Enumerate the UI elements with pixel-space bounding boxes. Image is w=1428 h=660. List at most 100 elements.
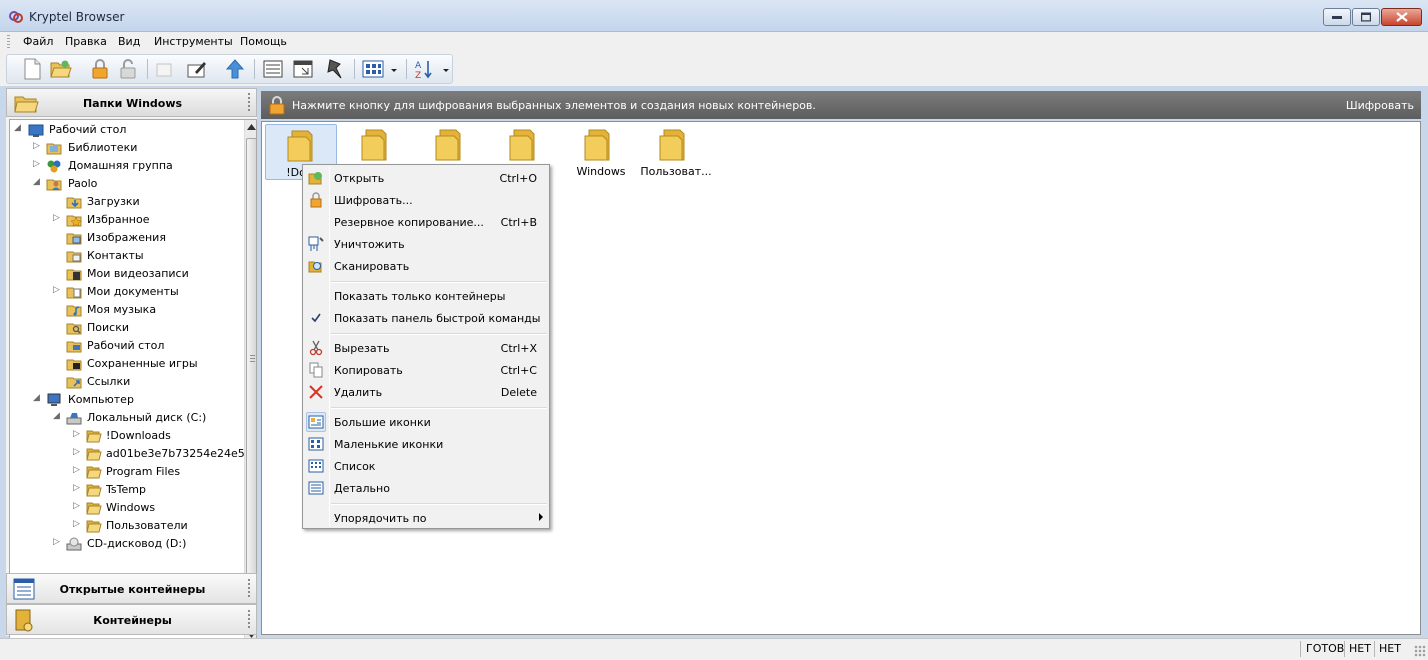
expand-arrow-icon[interactable]: ▷ — [53, 286, 62, 295]
containers-label: Контейнеры — [93, 614, 172, 627]
encrypt-lock-icon[interactable] — [88, 57, 114, 81]
status-bar: ГОТОВ НЕТ НЕТ — [0, 638, 1428, 660]
expand-arrow-icon[interactable]: ▷ — [73, 448, 82, 457]
menu-edit[interactable]: Правка — [65, 35, 107, 48]
new-file-icon[interactable] — [20, 57, 46, 81]
menu-view[interactable]: Вид — [118, 35, 140, 48]
close-button[interactable] — [1381, 8, 1422, 26]
expand-arrow-icon[interactable]: ▷ — [53, 538, 62, 547]
expand-arrow-icon[interactable]: ▷ — [73, 502, 82, 511]
open-folder-icon[interactable] — [48, 57, 74, 81]
large-icons-icon — [308, 414, 324, 430]
tree-scroll-thumb[interactable] — [246, 138, 256, 608]
collapse-arrow-icon[interactable]: ◢ — [33, 178, 42, 187]
pane-grip[interactable] — [248, 93, 250, 113]
blank-toolbar-icon[interactable] — [152, 57, 178, 81]
ctx-open[interactable]: Открыть Ctrl+O — [305, 167, 547, 189]
window-icon[interactable] — [290, 57, 316, 81]
ctx-show-quick-command-bar[interactable]: Показать панель быстрой команды — [305, 307, 547, 329]
maximize-button[interactable] — [1352, 8, 1380, 26]
ctx-label: Маленькие иконки — [334, 438, 444, 451]
file-item[interactable]: Windows — [563, 124, 635, 180]
decrypt-unlock-icon[interactable] — [116, 57, 142, 81]
expand-arrow-icon[interactable]: ▷ — [33, 142, 42, 151]
folder-icon — [86, 482, 102, 498]
pane-grip[interactable] — [248, 579, 250, 599]
folder-icon — [583, 128, 615, 165]
up-arrow-icon[interactable] — [222, 57, 248, 81]
ctx-cut[interactable]: Вырезать Ctrl+X — [305, 337, 547, 359]
menu-file[interactable]: Файл — [23, 35, 53, 48]
ctx-scan[interactable]: Сканировать — [305, 255, 547, 277]
tree-label: Мои документы — [87, 285, 179, 298]
ctx-small-icons[interactable]: Маленькие иконки — [305, 433, 547, 455]
desktop-icon — [28, 122, 44, 138]
pictures-icon — [66, 230, 82, 246]
status-divider — [1374, 641, 1375, 657]
status-divider — [1344, 641, 1345, 657]
toolbar: AZ — [0, 52, 1428, 86]
expand-arrow-icon[interactable]: ▷ — [53, 214, 62, 223]
scroll-up-icon[interactable] — [247, 124, 256, 130]
menu-tools[interactable]: Инструменты — [154, 35, 233, 48]
pane-grip[interactable] — [248, 610, 250, 630]
view-mode-dropdown-icon[interactable] — [388, 57, 398, 81]
properties-icon[interactable] — [260, 57, 286, 81]
tree-label: Контакты — [87, 249, 144, 262]
tree-label: Program Files — [106, 465, 181, 478]
expand-arrow-icon[interactable]: ▷ — [33, 160, 42, 169]
desktop-folder-icon — [66, 338, 82, 354]
containers-section[interactable]: Контейнеры — [6, 604, 257, 635]
folder-icon — [86, 500, 102, 516]
file-item[interactable]: Пользоват... — [638, 124, 712, 180]
expand-arrow-icon[interactable]: ▷ — [73, 520, 82, 529]
details-icon — [308, 480, 324, 496]
ctx-label: Копировать — [334, 364, 403, 377]
resize-grip-icon[interactable] — [1414, 645, 1426, 657]
ctx-large-icons[interactable]: Большие иконки — [305, 411, 547, 433]
ctx-list[interactable]: Список — [305, 455, 547, 477]
ctx-delete[interactable]: Удалить Delete — [305, 381, 547, 403]
folder-icon — [86, 464, 102, 480]
expand-arrow-icon[interactable]: ▷ — [73, 484, 82, 493]
tree-scrollbar[interactable] — [244, 120, 256, 642]
scan-icon — [308, 258, 324, 274]
menubar-grip — [7, 35, 10, 49]
sort-dropdown-icon[interactable] — [440, 57, 450, 81]
menu-separator — [331, 333, 547, 335]
ctx-encrypt[interactable]: Шифровать... — [305, 189, 547, 211]
ctx-shortcut: Ctrl+O — [499, 172, 537, 185]
ctx-label: Уничтожить — [334, 238, 405, 251]
ctx-copy[interactable]: Копировать Ctrl+C — [305, 359, 547, 381]
status-text: ГОТОВ — [1306, 642, 1345, 655]
collapse-arrow-icon[interactable]: ◢ — [53, 412, 62, 421]
open-containers-section[interactable]: Открытые контейнеры — [6, 573, 257, 604]
sort-icon[interactable]: AZ — [412, 57, 438, 81]
minimize-button[interactable] — [1323, 8, 1351, 26]
ctx-details[interactable]: Детально — [305, 477, 547, 499]
quick-command-message: Нажмите кнопку для шифрования выбранных … — [292, 99, 816, 112]
expand-arrow-icon[interactable]: ▷ — [73, 430, 82, 439]
collapse-arrow-icon[interactable]: ◢ — [14, 124, 23, 133]
expand-arrow-icon[interactable]: ▷ — [73, 466, 82, 475]
shred-icon[interactable] — [322, 57, 348, 81]
open-containers-label: Открытые контейнеры — [59, 583, 206, 596]
folder-icon — [86, 518, 102, 534]
links-icon — [66, 374, 82, 390]
scroll-grip-icon — [250, 355, 255, 362]
edit-icon[interactable] — [184, 57, 210, 81]
ctx-sort-by[interactable]: Упорядочить по — [305, 507, 547, 529]
ctx-shred[interactable]: Уничтожить — [305, 233, 547, 255]
tree-label: !Downloads — [106, 429, 171, 442]
tree-label: Компьютер — [68, 393, 134, 406]
encrypt-action-link[interactable]: Шифровать — [1346, 99, 1414, 112]
windows-folders-header[interactable]: Папки Windows — [6, 88, 257, 117]
collapse-arrow-icon[interactable]: ◢ — [33, 394, 42, 403]
tree-label: Рабочий стол — [87, 339, 165, 352]
ctx-shortcut: Delete — [500, 386, 537, 399]
ctx-show-only-containers[interactable]: Показать только контейнеры — [305, 285, 547, 307]
menu-help[interactable]: Помощь — [240, 35, 287, 48]
view-mode-icon[interactable] — [360, 57, 386, 81]
ctx-backup[interactable]: Резервное копирование... Ctrl+B — [305, 211, 547, 233]
small-icons-icon — [308, 436, 324, 452]
